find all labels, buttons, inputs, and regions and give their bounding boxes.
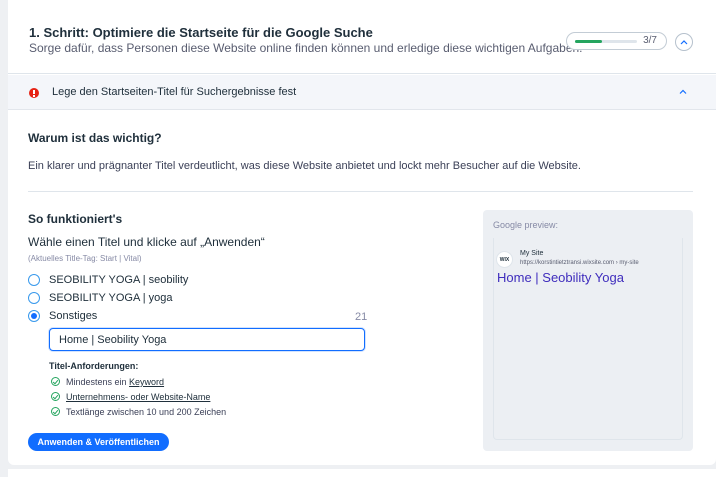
title-option-2[interactable]: SEOBILITY YOGA | yoga	[28, 291, 208, 305]
preview-result-title: Home | Seobility Yoga	[497, 270, 624, 285]
collapse-step-button[interactable]	[675, 33, 693, 51]
why-text: Ein klarer und prägnanter Titel verdeutl…	[28, 160, 581, 172]
check-circle-icon	[51, 392, 60, 401]
radio-button[interactable]	[28, 292, 40, 304]
how-title: So funktioniert's	[28, 212, 123, 226]
task-row[interactable]: Lege den Startseiten-Titel für Suchergeb…	[8, 75, 716, 110]
progress-indicator: 3/7	[566, 32, 667, 50]
check-circle-icon	[51, 407, 60, 416]
preview-label: Google preview:	[493, 220, 559, 230]
site-favicon: WIX	[496, 251, 513, 268]
keyword-link[interactable]: Keyword	[129, 377, 164, 387]
preview-box	[493, 238, 683, 440]
radio-button-selected[interactable]	[28, 310, 40, 322]
step-title: 1. Schritt: Optimiere die Startseite für…	[29, 25, 373, 40]
business-name-link[interactable]: Unternehmens- oder Website-Name	[66, 392, 210, 402]
progress-fill	[575, 40, 602, 43]
progress-track	[575, 40, 637, 43]
step-description: Sorge dafür, dass Personen diese Website…	[29, 41, 583, 55]
title-option-custom[interactable]: Sonstiges	[28, 309, 148, 323]
character-count: 21	[355, 311, 368, 323]
title-option-1[interactable]: SEOBILITY YOGA | seobility	[28, 273, 208, 287]
check-circle-icon	[51, 377, 60, 386]
divider	[28, 191, 693, 192]
requirement-item: Unternehmens- oder Website-Name	[51, 391, 251, 403]
task-label: Lege den Startseiten-Titel für Suchergeb…	[52, 86, 297, 98]
seo-setup-card: 1. Schritt: Optimiere die Startseite für…	[8, 0, 716, 465]
choose-title: Wähle einen Titel und klicke auf „Anwend…	[28, 235, 265, 249]
step-header[interactable]: 1. Schritt: Optimiere die Startseite für…	[8, 0, 716, 74]
progress-text: 3/7	[643, 35, 657, 46]
requirements-title: Titel-Anforderungen:	[49, 361, 139, 371]
requirement-text: Textlänge zwischen 10 und 200 Zeichen	[66, 407, 227, 417]
requirement-item: Mindestens ein Keyword	[51, 376, 251, 388]
preview-site-url: https://korstintietztransi.wixsite.com ›…	[520, 260, 639, 266]
preview-site-name: My Site	[520, 250, 544, 257]
alert-circle-icon	[29, 88, 39, 98]
apply-publish-button[interactable]: Anwenden & Veröffentlichen	[28, 433, 169, 451]
chevron-up-icon	[680, 40, 688, 45]
radio-button[interactable]	[28, 274, 40, 286]
option-label: SEOBILITY YOGA | yoga	[49, 292, 173, 304]
why-title: Warum ist das wichtig?	[28, 131, 162, 145]
next-section-edge	[8, 469, 716, 477]
option-label: Sonstiges	[49, 310, 98, 322]
custom-title-input[interactable]	[49, 328, 365, 351]
chevron-up-icon[interactable]	[678, 87, 688, 97]
requirement-item: Textlänge zwischen 10 und 200 Zeichen	[51, 406, 251, 418]
google-preview-panel: Google preview: WIX My Site https://kors…	[483, 210, 693, 451]
current-title-tag: (Aktuelles Title-Tag: Start | Vital)	[28, 254, 142, 263]
option-label: SEOBILITY YOGA | seobility	[49, 274, 189, 286]
requirement-text: Mindestens ein	[66, 377, 130, 387]
